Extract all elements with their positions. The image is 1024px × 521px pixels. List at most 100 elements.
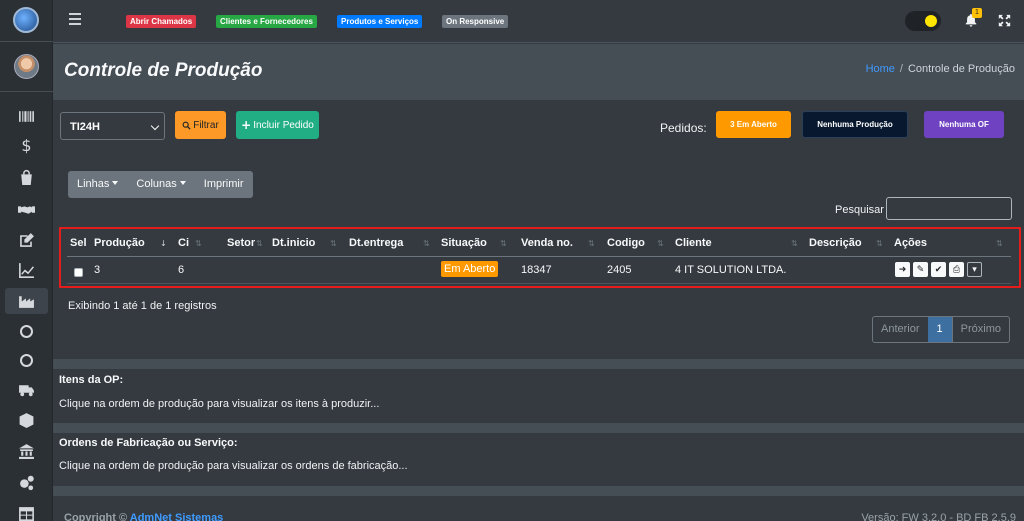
theme-toggle[interactable] <box>905 11 941 31</box>
pill-clientes-fornecedores[interactable]: Clientes e Fornecedores <box>216 15 317 28</box>
pill-on-responsive[interactable]: On Responsive <box>442 15 509 28</box>
sort-icon[interactable]: ⇅ <box>500 239 507 248</box>
truck-icon[interactable] <box>5 376 48 402</box>
handshake-icon[interactable] <box>5 196 48 222</box>
shopping-bag-icon[interactable] <box>5 164 48 190</box>
pagination-next-button[interactable]: Próximo <box>951 317 1009 342</box>
sort-icon[interactable]: ⇅ <box>423 239 430 248</box>
col-header-situacao[interactable]: Situação <box>441 237 487 249</box>
table-icon[interactable] <box>5 500 48 521</box>
copyright-prefix: Copyright © <box>64 512 128 521</box>
status-badge: Em Aberto <box>441 261 499 277</box>
itens-section-title: Itens da OP: <box>59 374 124 386</box>
sort-icon[interactable]: ⇅ <box>996 239 1003 248</box>
col-header-dt-inicio[interactable]: Dt.inicio <box>272 237 315 249</box>
col-header-cliente[interactable]: Cliente <box>675 237 712 249</box>
col-header-ci[interactable]: Ci <box>178 237 189 249</box>
table-row-divider <box>67 283 1011 284</box>
records-info: Exibindo 1 até 1 de 1 registros <box>68 300 217 312</box>
toggle-knob <box>925 15 937 27</box>
company-select-value: TI24H <box>70 121 100 133</box>
cell-codigo: 2405 <box>607 264 632 276</box>
breadcrumb-current: Controle de Produção <box>907 63 1015 75</box>
caret-down-icon <box>112 181 119 185</box>
copyright-link[interactable]: AdmNet Sistemas <box>130 512 224 521</box>
col-header-setor[interactable]: Setor <box>227 237 255 249</box>
pagination-prev-button[interactable]: Anterior <box>873 317 928 342</box>
page-header: Controle de Produção Home / Controle de Pr… <box>53 44 1024 100</box>
breadcrumb-separator: / <box>899 63 903 75</box>
col-header-producao[interactable]: Produção <box>94 237 145 249</box>
sort-icon[interactable]: ⇅ <box>876 239 883 248</box>
cell-ci: 6 <box>178 264 185 276</box>
sort-icon[interactable]: ⇅ <box>330 239 337 248</box>
more-actions-dropdown-icon[interactable]: ▾ <box>967 262 982 277</box>
status-nenhuma-of-button[interactable]: Nenhuma OF <box>924 111 1004 138</box>
col-header-descricao[interactable]: Descrição <box>809 237 862 249</box>
barcode-icon[interactable] <box>5 103 48 129</box>
itens-section-text: Clique na ordem de produção para visuali… <box>59 398 380 410</box>
footer-version: Versão: FW 3.2.0 - BD FB 2.5.9 <box>861 512 1016 521</box>
columns-dropdown-label: Colunas <box>136 178 177 190</box>
page-title: Controle de Produção <box>64 60 263 81</box>
dollar-icon[interactable]: $ <box>5 132 48 158</box>
print-button[interactable]: Imprimir <box>195 171 253 198</box>
cell-cliente: 4 IT SOLUTION LTDA. <box>675 264 787 276</box>
footer-copyright: Copyright © AdmNet Sistemas <box>64 512 223 521</box>
check-icon[interactable]: ✔ <box>931 262 946 277</box>
col-header-sel: Sel <box>70 237 87 249</box>
pill-abrir-chamados[interactable]: Abrir Chamados <box>126 15 197 28</box>
top-navbar: Abrir Chamados Clientes e Fornecedores P… <box>53 0 1024 43</box>
edit-icon[interactable]: ✎ <box>913 262 928 277</box>
status-em-aberto-button[interactable]: 3 Em Aberto <box>716 111 791 138</box>
company-select[interactable]: TI24H <box>60 112 165 140</box>
filter-button-label: Filtrar <box>193 119 219 131</box>
sort-desc-icon[interactable]: ↓ <box>160 239 167 248</box>
divider <box>0 41 53 42</box>
print-icon[interactable]: ⎙ <box>949 262 964 277</box>
rows-dropdown-label: Linhas <box>77 178 110 190</box>
cell-producao: 3 <box>94 264 101 276</box>
sort-icon[interactable]: ⇅ <box>657 239 664 248</box>
add-order-button[interactable]: + Incluir Pedido <box>236 111 319 139</box>
row-select-checkbox[interactable] <box>74 268 83 277</box>
search-label: Pesquisar <box>835 204 884 216</box>
fullscreen-icon[interactable] <box>998 14 1011 27</box>
search-icon <box>182 121 191 130</box>
bank-icon[interactable] <box>5 438 48 464</box>
circle-icon[interactable] <box>5 318 48 344</box>
user-avatar[interactable] <box>14 54 39 79</box>
breadcrumb-home-link[interactable]: Home <box>866 63 895 75</box>
columns-dropdown-button[interactable]: Colunas <box>127 171 194 198</box>
hamburger-menu-icon[interactable] <box>69 13 81 27</box>
box-icon[interactable] <box>5 407 48 433</box>
sort-icon[interactable]: ⇅ <box>588 239 595 248</box>
sort-icon[interactable]: ⇅ <box>195 239 202 248</box>
pagination-page-1[interactable]: 1 <box>927 317 952 342</box>
chart-line-icon[interactable] <box>5 257 48 283</box>
industry-icon[interactable] <box>5 288 48 314</box>
divider <box>0 91 53 92</box>
cogs-icon[interactable] <box>5 469 48 495</box>
pill-produtos-servicos[interactable]: Produtos e Serviços <box>337 15 423 28</box>
section-divider <box>53 423 1024 433</box>
search-input[interactable] <box>886 197 1012 220</box>
app-logo[interactable] <box>13 7 39 33</box>
filter-button[interactable]: Filtrar <box>175 111 226 139</box>
col-header-dt-entrega[interactable]: Dt.entrega <box>349 237 403 249</box>
section-divider <box>53 486 1024 496</box>
rows-dropdown-button[interactable]: Linhas <box>68 171 127 198</box>
col-header-codigo[interactable]: Codigo <box>607 237 645 249</box>
footer: Copyright © AdmNet Sistemas Versão: FW 3… <box>53 508 1024 521</box>
status-nenhuma-producao-button[interactable]: Nenhuma Produção <box>802 111 908 138</box>
pagination: Anterior 1 Próximo <box>872 316 1010 343</box>
pedidos-label: Pedidos: <box>660 121 707 135</box>
breadcrumb: Home / Controle de Produção <box>866 63 1015 75</box>
ordens-section-title: Ordens de Fabricação ou Serviço: <box>59 437 238 449</box>
arrow-right-icon[interactable]: ➜ <box>895 262 910 277</box>
circle-icon[interactable] <box>5 347 48 373</box>
sort-icon[interactable]: ⇅ <box>791 239 798 248</box>
col-header-venda[interactable]: Venda no. <box>521 237 573 249</box>
edit-icon[interactable] <box>5 227 48 253</box>
sort-icon[interactable]: ⇅ <box>256 239 263 248</box>
